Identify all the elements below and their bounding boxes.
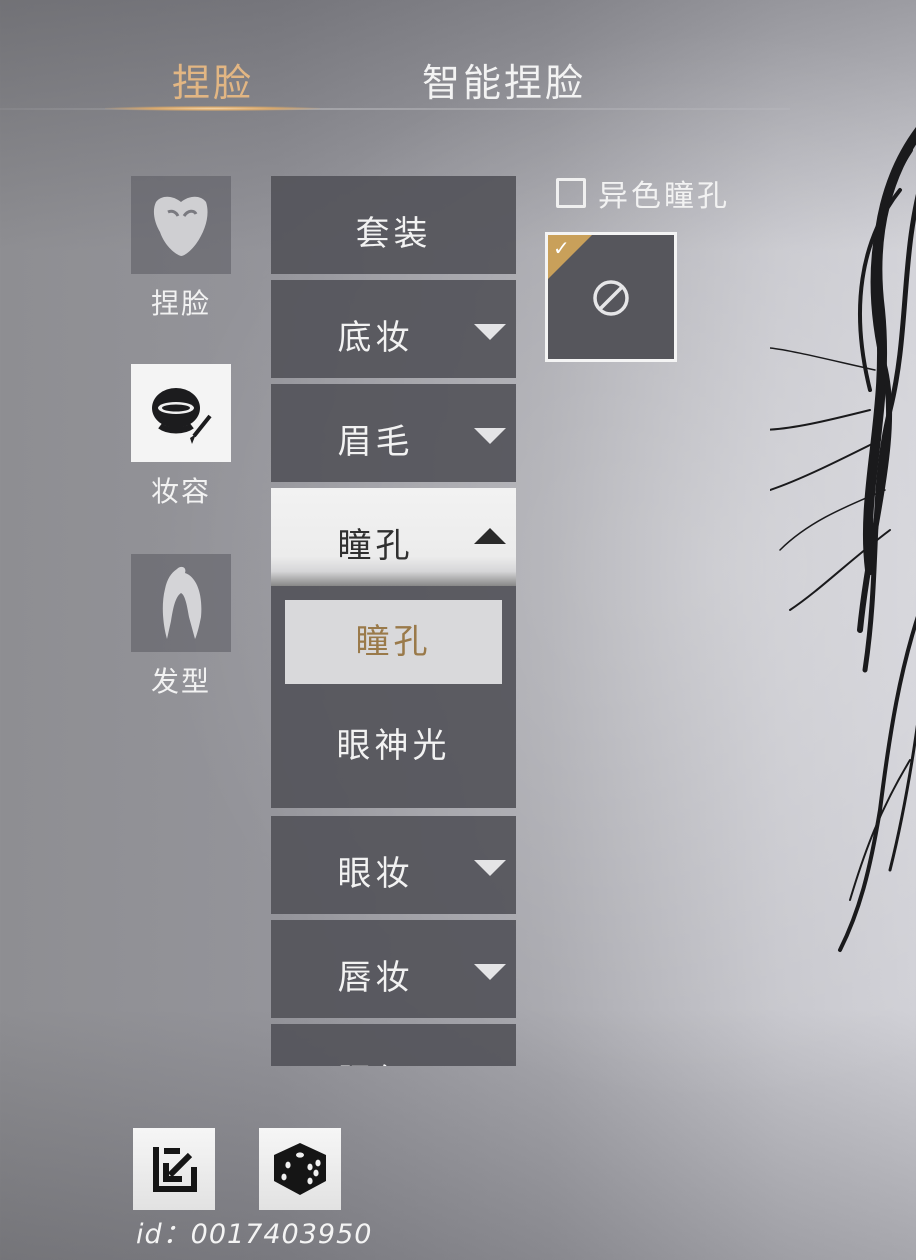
top-tab-bar: 捏脸 智能捏脸	[0, 40, 790, 111]
tab-smart-face[interactable]: 智能捏脸	[422, 52, 586, 107]
character-hair	[770, 127, 916, 952]
menu-item-foundation[interactable]: 底妆	[271, 280, 516, 378]
category-hair[interactable]: 发型	[131, 554, 231, 700]
chevron-down-icon	[474, 324, 506, 340]
import-button[interactable]	[133, 1128, 215, 1210]
category-label: 捏脸	[150, 287, 211, 320]
category-makeup[interactable]: 妆容	[131, 364, 231, 510]
menu-item-eyebrow[interactable]: 眉毛	[271, 384, 516, 482]
player-id: id：0017403950	[136, 1219, 373, 1250]
makeup-icon-box	[131, 364, 231, 462]
active-tab-indicator	[105, 106, 320, 111]
dice-icon	[274, 1143, 326, 1195]
hair-icon	[162, 566, 202, 639]
heterochromia-checkbox[interactable]	[556, 178, 586, 208]
hair-icon-box	[131, 554, 231, 652]
face-icon-box	[131, 176, 231, 274]
heterochromia-option[interactable]: 异色瞳孔	[556, 175, 730, 214]
submenu-item-pupil[interactable]: 瞳孔	[285, 600, 502, 684]
chevron-down-icon	[474, 428, 506, 444]
tab-face[interactable]: 捏脸	[172, 52, 254, 107]
chevron-down-icon	[474, 860, 506, 876]
face-mask-icon	[153, 196, 208, 256]
menu-item-eye-makeup[interactable]: 眼妆	[271, 816, 516, 914]
menu-item-label: 唇妆	[337, 958, 414, 998]
menu-item-label: 底妆	[337, 318, 414, 358]
menu-item-label: 眉毛	[337, 422, 414, 462]
menu-item-label: 瞳孔	[337, 526, 414, 566]
category-label: 妆容	[150, 475, 211, 508]
makeup-bowl-brush-icon	[152, 388, 212, 444]
pupil-swatch-none[interactable]: ✓	[545, 232, 677, 362]
category-face[interactable]: 捏脸	[131, 176, 231, 322]
submenu-item-eye-highlight[interactable]: 眼神光	[285, 704, 502, 788]
menu-item-lip-makeup[interactable]: 唇妆	[271, 920, 516, 1018]
menu-item-label: 腮红	[271, 1054, 498, 1066]
chevron-down-icon	[474, 964, 506, 980]
category-label: 发型	[150, 665, 211, 698]
pupil-submenu: 瞳孔 眼神光	[271, 586, 516, 808]
menu-item-pupil[interactable]: 瞳孔	[271, 488, 516, 586]
menu-item-label: 套装	[355, 214, 432, 254]
import-icon	[153, 1147, 197, 1192]
menu-item-blush[interactable]: 腮红	[271, 1024, 516, 1066]
menu-item-set[interactable]: 套装	[271, 176, 516, 274]
checkmark-icon: ✓	[553, 236, 570, 260]
none-icon	[593, 280, 629, 316]
makeup-menu: 套装 底妆 眉毛 瞳孔 瞳孔 眼神光 眼妆 唇妆 腮红	[271, 176, 516, 1066]
chevron-up-icon	[474, 528, 506, 544]
menu-item-label: 眼妆	[337, 854, 414, 894]
heterochromia-label: 异色瞳孔	[598, 179, 730, 214]
random-button[interactable]	[259, 1128, 341, 1210]
